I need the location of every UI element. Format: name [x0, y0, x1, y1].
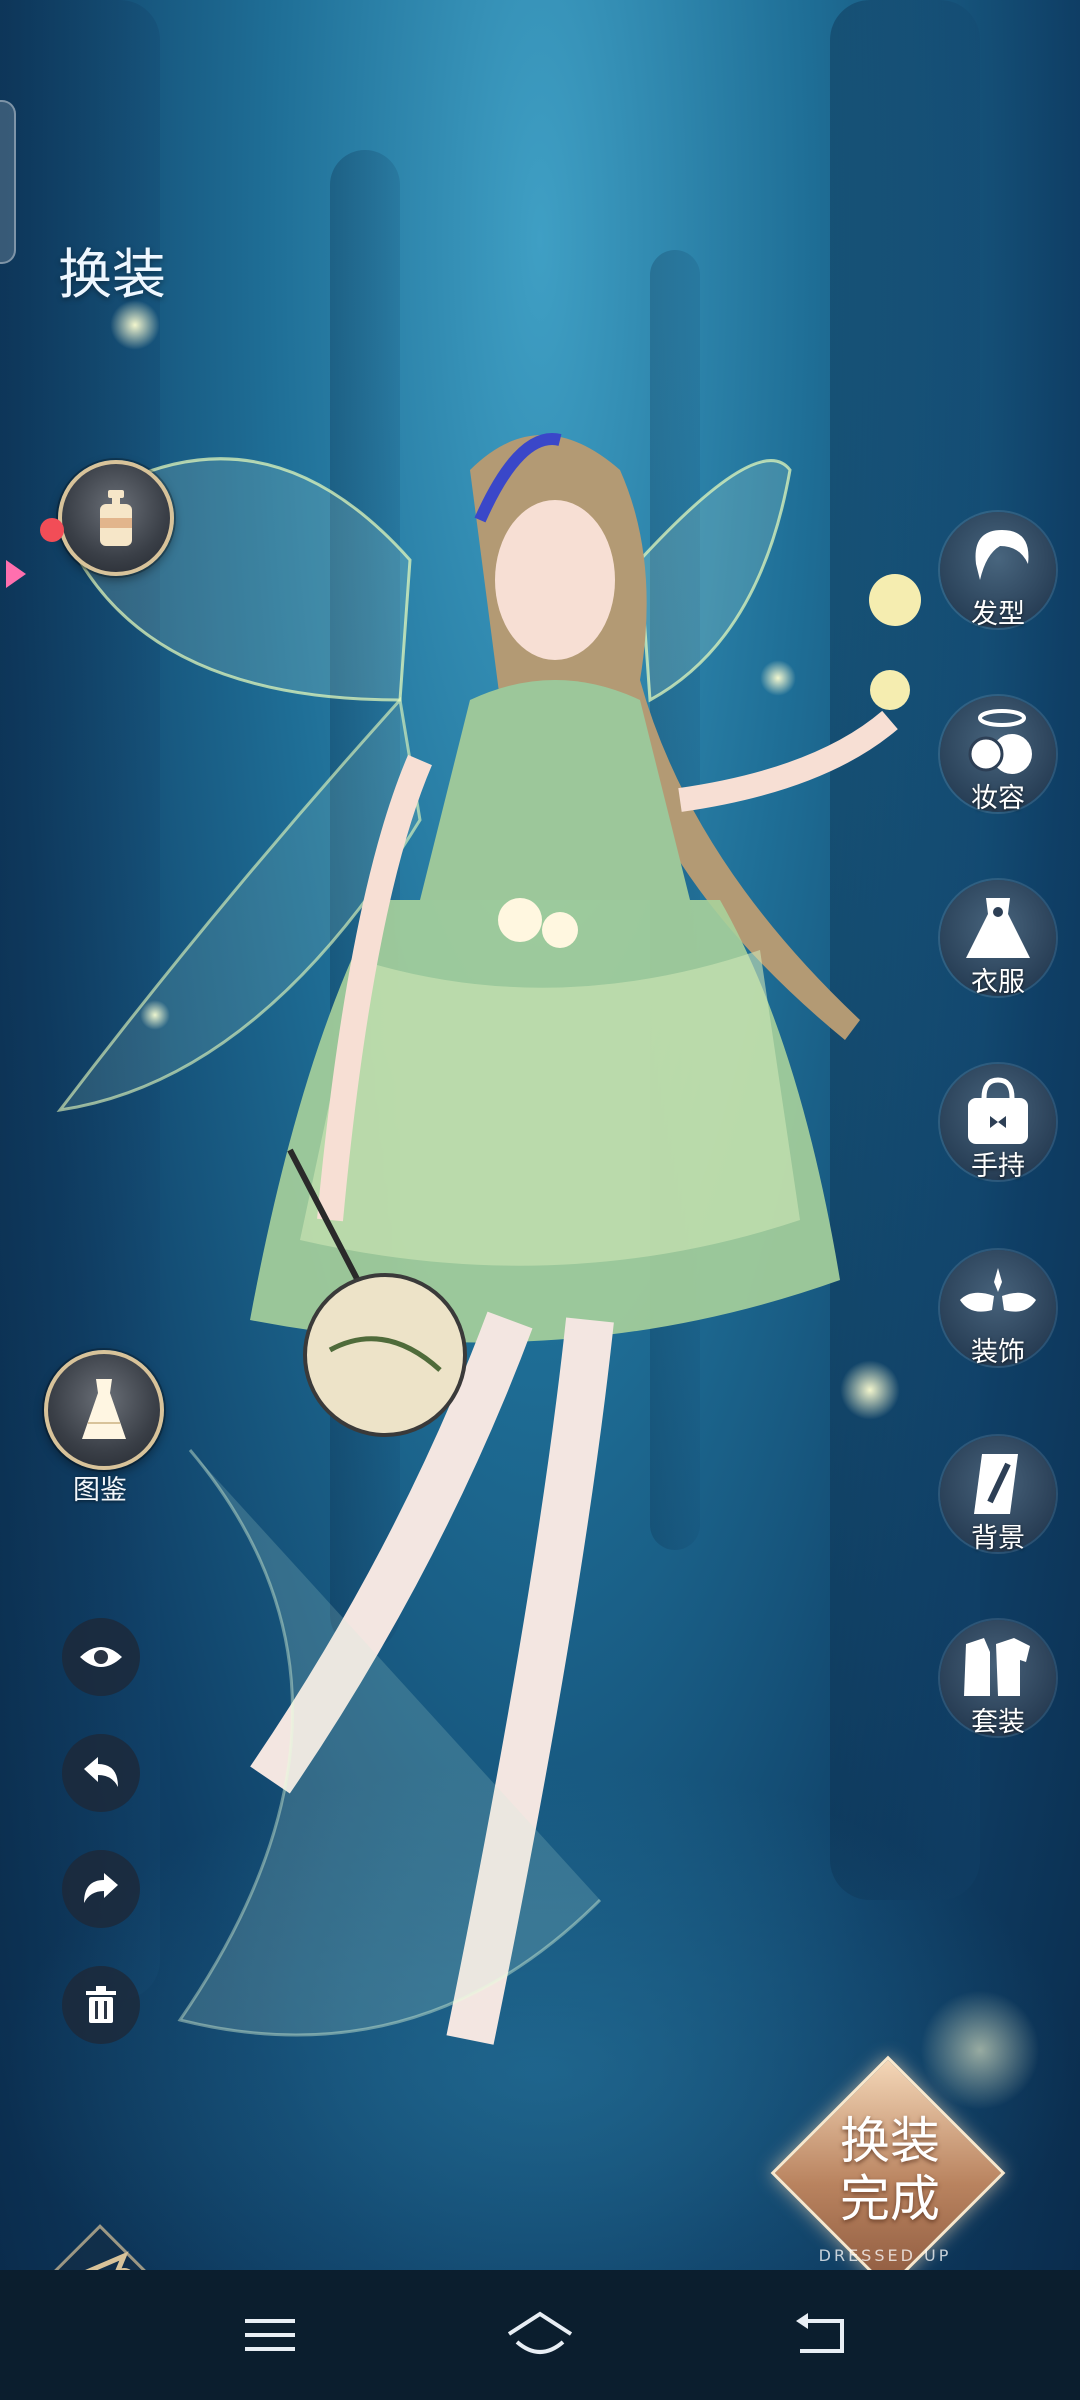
redo-button[interactable] [62, 1850, 140, 1928]
cosmetic-button[interactable] [58, 460, 174, 576]
system-navigation-bar [0, 2270, 1080, 2400]
category-clothes-button[interactable]: 衣服 [940, 880, 1056, 998]
perfume-bottle-icon [100, 490, 132, 546]
back-button[interactable] [780, 2295, 860, 2375]
category-background-button[interactable]: 背景 [940, 1436, 1056, 1554]
outfit-set-icon [964, 1638, 1030, 1696]
menu-icon [245, 2319, 295, 2351]
menu-button[interactable] [230, 2295, 310, 2375]
notification-dot [40, 518, 64, 542]
back-icon [796, 2313, 844, 2353]
dressed-up-button[interactable]: 换装 完成 DRESSED UP [765, 2055, 1006, 2300]
done-label-line1: 换装 [840, 2112, 940, 2170]
category-outfit-set-button[interactable]: 套装 [940, 1620, 1056, 1738]
handbag-icon [968, 1077, 1028, 1144]
catalog-label: 图鉴 [73, 1475, 127, 1506]
clothes-icon [966, 898, 1030, 958]
wings-icon [960, 1268, 1036, 1312]
makeup-icon [968, 709, 1032, 774]
category-accessory-button[interactable]: 装饰 [940, 1250, 1056, 1368]
category-hairstyle-button[interactable]: 发型 [940, 512, 1056, 630]
trash-icon [86, 1986, 116, 2023]
background-icon [974, 1454, 1018, 1514]
category-handheld-button[interactable]: 手持 [940, 1064, 1056, 1182]
catalog-button[interactable] [44, 1350, 164, 1470]
clear-button[interactable] [62, 1966, 140, 2044]
undo-arrow-icon [84, 1757, 118, 1787]
expand-arrow-icon[interactable] [6, 560, 26, 588]
hairstyle-icon [975, 530, 1029, 580]
done-label-line2: 完成 [840, 2170, 940, 2228]
eye-icon [80, 1647, 122, 1667]
side-drawer-handle[interactable] [0, 100, 16, 264]
page-title: 换装 [58, 243, 166, 306]
preview-button[interactable] [62, 1618, 140, 1696]
category-makeup-button[interactable]: 妆容 [940, 696, 1056, 814]
home-icon [507, 2311, 573, 2354]
character-illustration [0, 0, 1080, 2150]
dress-icon [82, 1379, 126, 1439]
undo-button[interactable] [62, 1734, 140, 1812]
redo-arrow-icon [84, 1873, 118, 1903]
done-sublabel: DRESSED UP [818, 2246, 952, 2265]
home-button[interactable] [500, 2295, 580, 2375]
